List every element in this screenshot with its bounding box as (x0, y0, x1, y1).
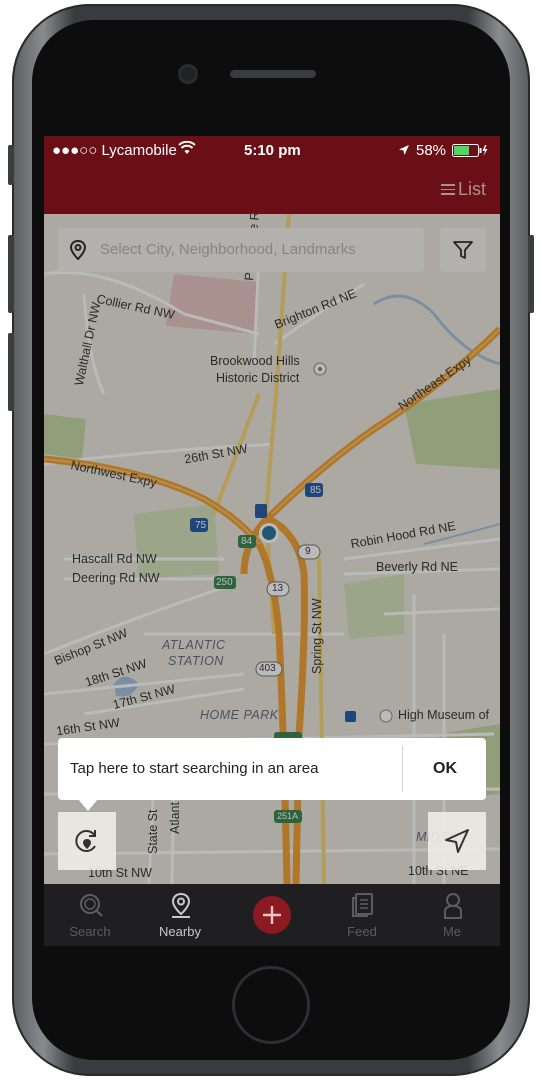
map-label-atlantic-1: ATLANTIC (162, 638, 226, 652)
tab-nearby-label: Nearby (159, 924, 201, 939)
map-label-13: 13 (272, 583, 284, 594)
earpiece (230, 70, 316, 78)
app-header: List (44, 164, 500, 214)
tooltip-ok-button[interactable]: OK (404, 738, 486, 800)
coach-tooltip: Tap here to start searching in an area O… (58, 738, 486, 800)
power-button (528, 235, 534, 313)
map-label-84: 84 (241, 536, 253, 547)
map-label-hascall: Hascall Rd NW (72, 552, 157, 566)
map-label-403: 403 (259, 663, 276, 674)
search-input[interactable]: Select City, Neighborhood, Landmarks (58, 228, 424, 272)
map-label-beverly: Beverly Rd NE (376, 560, 458, 574)
tooltip-text: Tap here to start searching in an area (70, 760, 319, 777)
mute-switch (8, 145, 14, 185)
battery-percent: 58% (416, 142, 447, 159)
tooltip-divider (402, 746, 403, 792)
battery-icon (452, 144, 488, 161)
front-camera (181, 67, 195, 81)
tab-me[interactable]: Me (412, 884, 492, 946)
map-label-state-st: State St (146, 809, 160, 854)
map-label-atlanta: Atlant (168, 802, 182, 834)
home-button[interactable] (232, 966, 310, 1044)
tab-bar: Search Nearby Feed Me (44, 884, 500, 946)
volume-up-button (8, 235, 14, 313)
wifi-icon (178, 140, 196, 159)
map-label-251a: 251A (277, 811, 299, 821)
filter-button[interactable] (440, 228, 486, 272)
tab-search[interactable]: Search (50, 884, 130, 946)
tab-feed[interactable]: Feed (322, 884, 402, 946)
tab-me-label: Me (442, 924, 462, 939)
map-label-high-museum: High Museum of (398, 708, 490, 722)
map-label-home-park: HOME PARK (200, 708, 279, 722)
search-area-button[interactable] (58, 812, 116, 870)
map-label-deering: Deering Rd NW (72, 571, 160, 585)
add-button[interactable] (253, 896, 291, 934)
tab-search-label: Search (69, 924, 111, 939)
my-location-button[interactable] (428, 812, 486, 870)
list-view-button[interactable]: List (440, 179, 486, 200)
map-label-9: 9 (305, 546, 311, 557)
location-arrow-icon (398, 143, 410, 160)
map-label-brookwood-2: Historic District (216, 371, 300, 385)
map-label-250: 250 (216, 577, 233, 588)
map-label-i85: 85 (310, 485, 322, 496)
location-pin-icon (68, 239, 88, 266)
status-time: 5:10 pm (244, 142, 301, 159)
volume-down-button (8, 333, 14, 411)
search-placeholder: Select City, Neighborhood, Landmarks (100, 241, 356, 258)
map-label-i75: 75 (195, 520, 207, 531)
carrier-label: ●●●○○ Lycamobile (52, 142, 177, 159)
tab-nearby[interactable]: Nearby (140, 884, 220, 946)
map-label-spring: Spring St NW (310, 598, 324, 674)
list-icon (440, 181, 455, 198)
app-screen: ●●●○○ Lycamobile 5:10 pm 58% List Collie… (44, 136, 500, 946)
map-label-atlantic-2: STATION (168, 654, 224, 668)
tooltip-arrow (78, 799, 98, 811)
status-bar: ●●●○○ Lycamobile 5:10 pm 58% (44, 136, 500, 164)
tab-feed-label: Feed (347, 924, 377, 939)
map-label-brookwood-1: Brookwood Hills (210, 354, 300, 368)
list-label: List (457, 179, 486, 199)
